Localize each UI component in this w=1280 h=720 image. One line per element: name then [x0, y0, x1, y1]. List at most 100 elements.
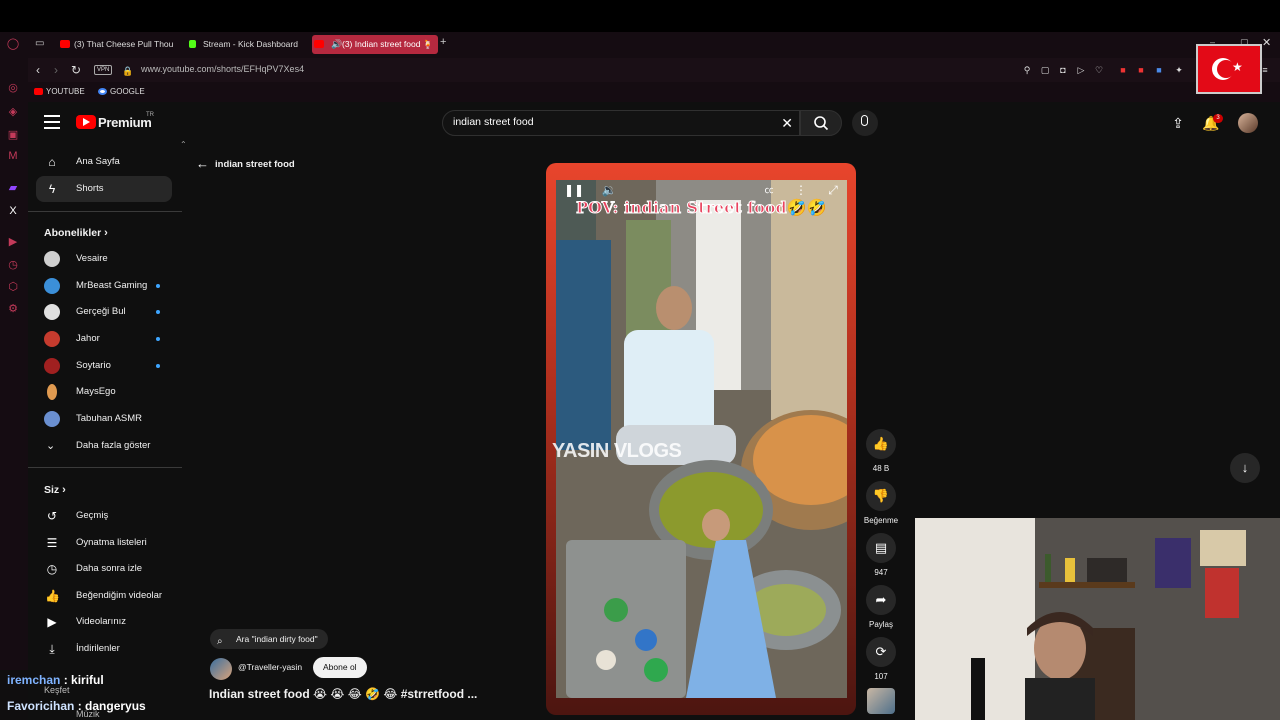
search-suggestion-chip[interactable]: ⌕ Ara "indian dirty food" — [210, 629, 328, 649]
subscription-item[interactable]: MaysEgo — [36, 379, 172, 405]
subscription-item[interactable]: Vesaire — [36, 246, 172, 272]
search-button[interactable] — [800, 110, 842, 136]
channel-avatar — [44, 411, 60, 427]
new-tab-button[interactable]: + — [440, 36, 446, 48]
extension-icon[interactable]: ■ — [1136, 65, 1146, 75]
account-avatar[interactable] — [1238, 113, 1258, 133]
you-title[interactable]: Siz › — [44, 484, 66, 496]
screen-top-bar — [0, 0, 1280, 32]
search-box[interactable]: ✕ — [442, 110, 800, 136]
sidebar-item-your-videos[interactable]: ▶ Videolarınız — [36, 609, 172, 635]
bookmark-pin-icon[interactable]: ⚲ — [1022, 65, 1032, 75]
youtube-logo-icon[interactable] — [76, 115, 96, 129]
collapse-icon[interactable]: ⌃ — [180, 140, 187, 149]
twitch-icon[interactable]: ▰ — [6, 181, 20, 195]
close-window-icon[interactable]: ✕ — [1262, 36, 1271, 49]
new-content-dot — [156, 310, 160, 314]
fullscreen-icon[interactable]: ⤢ — [824, 181, 842, 199]
subscription-item[interactable]: Jahor — [36, 326, 172, 352]
subscription-item[interactable]: Gerçeği Bul — [36, 299, 172, 325]
logo-region: TR — [146, 112, 154, 118]
bookmark-youtube[interactable]: YOUTUBE — [34, 87, 85, 96]
channel-name[interactable]: @Traveller-yasin — [238, 662, 302, 672]
address-bar: ‹ › ↻ VPN 🔒 www.youtube.com/shorts/EFHqP… — [28, 58, 1280, 82]
captions-icon[interactable]: ㏄ — [760, 181, 778, 199]
channel-avatar — [44, 251, 60, 267]
google-icon — [98, 88, 107, 95]
remix-button[interactable]: ⟳ 107 — [866, 637, 896, 681]
like-button[interactable]: 👍 48 B — [866, 429, 896, 473]
vpn-badge[interactable]: VPN — [94, 65, 113, 75]
sidebar-item-home[interactable]: ⌂ Ana Sayfa — [36, 149, 172, 175]
forward-icon[interactable]: › — [54, 63, 58, 77]
url-text[interactable]: www.youtube.com/shorts/EFHqPV7Xes4 — [141, 64, 304, 74]
next-short-button[interactable]: ↓ — [1230, 453, 1260, 483]
extensions-icon[interactable]: ⬡ — [6, 280, 20, 294]
sidebar-item-liked[interactable]: 👍 Beğendiğim videolar — [36, 583, 172, 609]
subscription-item[interactable]: MrBeast Gaming — [36, 273, 172, 299]
channel-avatar — [44, 278, 60, 294]
channel-avatar — [47, 384, 57, 400]
dislike-button[interactable]: 👎 Beğenme — [864, 481, 898, 525]
puzzle-icon[interactable]: ✦ — [1174, 65, 1184, 75]
tab-cheese[interactable]: (3) That Cheese Pull Thou — [58, 35, 176, 54]
messenger-icon[interactable]: M — [6, 149, 20, 163]
pause-icon[interactable]: ❚❚ — [564, 181, 584, 199]
divider — [28, 211, 182, 212]
sound-thumbnail[interactable] — [867, 688, 895, 714]
back-icon[interactable]: ‹ — [36, 63, 40, 77]
sidebar-app-icon[interactable]: ◎ — [6, 81, 20, 95]
voice-search-button[interactable] — [852, 110, 878, 136]
arrow-down-icon: ↓ — [1241, 460, 1249, 475]
logo-text[interactable]: Premium — [98, 115, 152, 130]
channel-avatar[interactable] — [210, 658, 232, 680]
subscriptions-title[interactable]: Abonelikler › — [44, 227, 108, 239]
hamburger-menu-icon[interactable] — [44, 115, 60, 129]
video-overlay-text: POV: indian Street food🤣🤣 — [575, 198, 827, 218]
heart-icon[interactable]: ♡ — [1094, 65, 1104, 75]
player-icon[interactable]: ▶ — [6, 235, 20, 249]
opera-logo-icon[interactable]: ◯ — [6, 37, 20, 51]
show-more-button[interactable]: ⌄ Daha fazla göster — [36, 433, 172, 459]
translate-icon[interactable]: ■ — [1154, 65, 1164, 75]
pocket-icon[interactable]: ◘ — [1058, 65, 1068, 75]
lock-icon[interactable]: 🔒 — [122, 64, 133, 78]
streamer-webcam — [915, 518, 1280, 720]
sidebar-app-icon[interactable]: ◈ — [6, 105, 20, 119]
search-input[interactable] — [453, 116, 773, 128]
subscribe-button[interactable]: Abone ol — [313, 657, 367, 678]
back-arrow-icon[interactable]: ← — [196, 156, 209, 171]
tab-indian-street-food[interactable]: (3) Indian street food 🍹 🔊 — [312, 35, 438, 54]
subscription-item[interactable]: Tabuhan ASMR — [36, 406, 172, 432]
reload-icon[interactable]: ↻ — [71, 63, 81, 77]
video-title[interactable]: Indian street food 😭 😭 😂 🤣 😂 #strretfood… — [209, 687, 477, 701]
settings-icon[interactable]: ⚙ — [6, 302, 20, 316]
shorts-icon: ϟ — [48, 182, 56, 196]
sidebar-item-watch-later[interactable]: ◷ Daha sonra izle — [36, 556, 172, 582]
sidebar-item-downloads[interactable]: ⤓ İndirilenler — [36, 636, 172, 662]
history-icon[interactable]: ◷ — [6, 258, 20, 272]
upload-icon[interactable]: ⇪ — [1170, 115, 1186, 131]
share-button[interactable]: ➦ Paylaş — [866, 585, 896, 629]
more-options-icon[interactable]: ⋮ — [792, 181, 810, 199]
volume-icon[interactable]: 🔉 — [600, 181, 618, 199]
sidebar-item-shorts[interactable]: ϟ Shorts — [36, 176, 172, 202]
shorts-video[interactable] — [556, 180, 847, 698]
tab-kick[interactable]: Stream - Kick Dashboard — [187, 35, 305, 54]
comments-button[interactable]: ▤ 947 — [866, 533, 896, 577]
sidebar-item-history[interactable]: ↺ Geçmiş — [36, 503, 172, 529]
thumbs-down-icon: 👎 — [866, 481, 896, 511]
bookmark-google[interactable]: GOOGLE — [98, 87, 145, 96]
speaker-icon[interactable]: 🔊 — [331, 35, 342, 54]
like-icon: 👍 — [45, 589, 60, 603]
tab-islands-icon[interactable]: ▭ — [35, 38, 44, 49]
subscription-item[interactable]: Soytario — [36, 353, 172, 379]
snapshot-icon[interactable]: ▢ — [1040, 65, 1050, 75]
clear-search-icon[interactable]: ✕ — [781, 115, 793, 132]
x-icon[interactable]: X — [6, 204, 20, 218]
sidebar-app-icon[interactable]: ▣ — [6, 128, 20, 142]
adblock-icon[interactable]: ■ — [1118, 65, 1128, 75]
sidebar-item-playlists[interactable]: ☰ Oynatma listeleri — [36, 530, 172, 556]
download-icon: ⤓ — [49, 642, 55, 656]
play-icon[interactable]: ▷ — [1076, 65, 1086, 75]
